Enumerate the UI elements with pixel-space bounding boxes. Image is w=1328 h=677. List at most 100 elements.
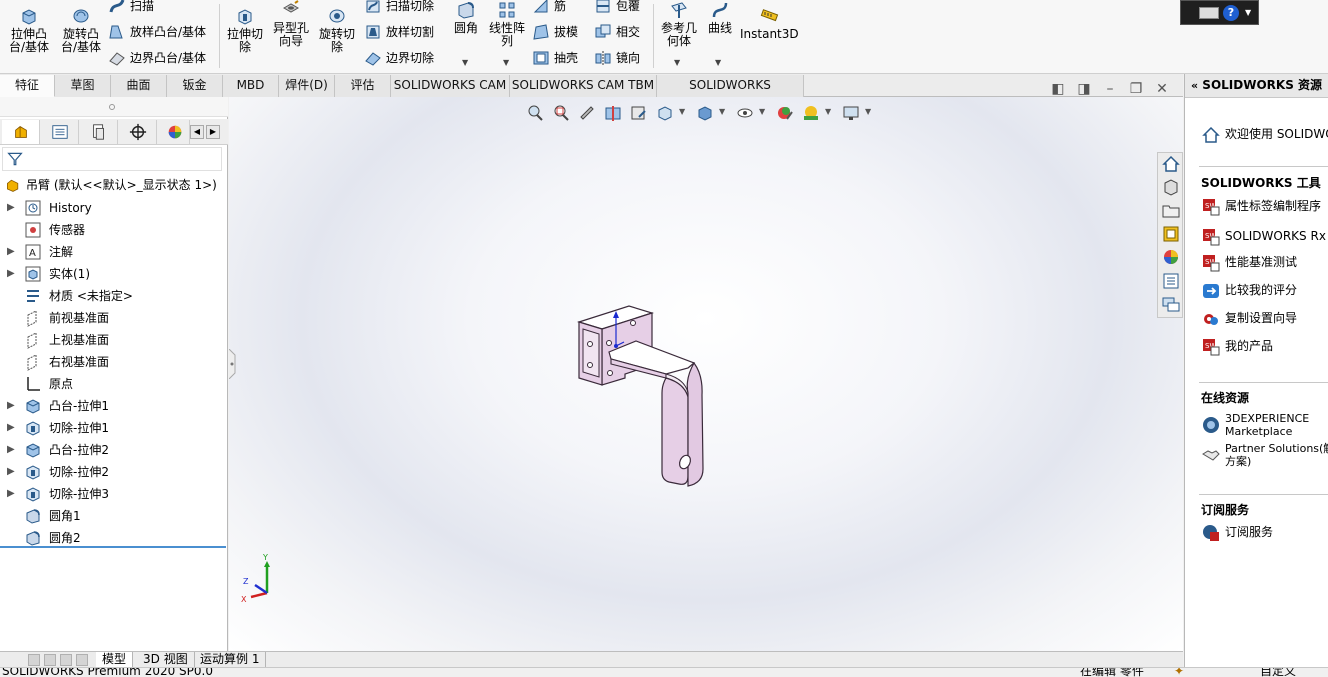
fillet-button[interactable]: 圆角 — [448, 0, 484, 35]
view-palette-icon[interactable] — [1161, 224, 1181, 244]
boundary-boss-button[interactable]: 边界凸台/基体 — [106, 48, 206, 70]
expand-arrow-icon[interactable]: ▶ — [7, 197, 17, 219]
file-explorer-icon[interactable] — [1161, 201, 1181, 221]
next-tab-button[interactable] — [60, 654, 72, 666]
rebuild-icon[interactable]: ✦ — [1174, 668, 1184, 677]
expand-arrow-icon[interactable]: ▶ — [7, 395, 17, 417]
keyboard-icon[interactable] — [1199, 7, 1219, 19]
performance-benchmark-link[interactable]: SW 性能基准测试 — [1199, 252, 1297, 274]
tab-mbd[interactable]: MBD — [223, 75, 279, 97]
reference-geometry-button[interactable]: 参考几 何体 — [656, 0, 702, 48]
tree-node[interactable]: ▶ 凸台-拉伸2 — [0, 439, 226, 461]
last-tab-button[interactable] — [76, 654, 88, 666]
shell-button[interactable]: 抽壳 — [530, 48, 578, 70]
custom-properties-icon[interactable] — [1161, 271, 1181, 291]
expand-arrow-icon[interactable]: ▶ — [7, 241, 17, 263]
tree-node[interactable]: 原点 — [0, 373, 226, 395]
expand-arrow-icon[interactable]: ▶ — [7, 417, 17, 439]
rollback-bar[interactable] — [0, 546, 226, 548]
tree-node[interactable]: ▶ 凸台-拉伸1 — [0, 395, 226, 417]
reference-geometry-dropdown-arrow[interactable]: ▼ — [674, 58, 680, 67]
expand-arrow-icon[interactable]: ▶ — [7, 439, 17, 461]
tab-sketch[interactable]: 草图 — [55, 75, 111, 97]
bracket-part-model[interactable] — [229, 97, 1183, 651]
rib-button[interactable]: 筋 — [530, 0, 566, 18]
tab-evaluate[interactable]: 评估 — [335, 75, 391, 97]
feature-tree-filter[interactable] — [2, 147, 222, 171]
revolve-boss-button[interactable]: 旋转凸 台/基体 — [58, 6, 104, 54]
tab-feature-manager[interactable] — [2, 120, 40, 144]
tile-left-icon[interactable]: ◧ — [1050, 82, 1066, 98]
tab-sheet-metal[interactable]: 钣金 — [167, 75, 223, 97]
previous-tab-button[interactable] — [44, 654, 56, 666]
tab-solidworks-cam[interactable]: SOLIDWORKS CAM — [391, 75, 510, 97]
home-icon[interactable] — [1161, 154, 1181, 174]
curves-dropdown-arrow[interactable]: ▼ — [715, 58, 721, 67]
tree-node[interactable]: ▶ 切除-拉伸2 — [0, 461, 226, 483]
tab-features[interactable]: 特征 — [0, 75, 55, 97]
solidworks-rx-link[interactable]: SW SOLIDWORKS Rx — [1199, 226, 1326, 248]
tab-display-manager[interactable] — [158, 120, 190, 144]
extrude-cut-button[interactable]: 拉伸切 除 — [224, 6, 266, 54]
tree-node[interactable]: 上视基准面 — [0, 329, 226, 351]
compare-score-link[interactable]: 比较我的评分 — [1199, 280, 1297, 302]
tab-solidworks-cam-tbm[interactable]: SOLIDWORKS CAM TBM — [510, 75, 657, 97]
tab-property-manager[interactable] — [41, 120, 79, 144]
tab-weldments[interactable]: 焊件(D) — [279, 75, 335, 97]
draft-button[interactable]: 拔模 — [530, 22, 578, 44]
tree-node[interactable]: 前视基准面 — [0, 307, 226, 329]
copy-settings-wizard-link[interactable]: 复制设置向导 — [1199, 308, 1297, 330]
tab-dimxpert-manager[interactable] — [119, 120, 157, 144]
linear-pattern-dropdown-arrow[interactable]: ▼ — [503, 58, 509, 67]
tree-node[interactable]: ▶ History — [0, 197, 226, 219]
forum-icon[interactable] — [1161, 294, 1181, 314]
task-pane-header[interactable]: « SOLIDWORKS 资源 — [1185, 74, 1328, 98]
marketplace-link[interactable]: 3DEXPERIENCE Marketplace — [1199, 412, 1309, 438]
units-custom-text[interactable]: 自定义 — [1260, 668, 1296, 677]
tree-node[interactable]: ▶ 切除-拉伸1 — [0, 417, 226, 439]
design-library-icon[interactable] — [1161, 177, 1181, 197]
expand-arrow-icon[interactable]: ▶ — [7, 263, 17, 285]
panel-collapse-handle[interactable] — [0, 97, 228, 117]
mirror-button[interactable]: 镜向 — [592, 48, 640, 70]
tab-configuration-manager[interactable] — [80, 120, 118, 144]
my-products-link[interactable]: SW 我的产品 — [1199, 336, 1273, 358]
graphics-area[interactable]: ▼ ▼ ▼ ▼ ▼ Y Z X — [229, 97, 1183, 651]
linear-pattern-button[interactable]: 线性阵 列 — [486, 0, 528, 48]
expand-arrow-icon[interactable]: ▶ — [7, 461, 17, 483]
welcome-link[interactable]: 欢迎使用 SOLIDWORKS — [1199, 124, 1328, 146]
restore-icon[interactable]: ❐ — [1128, 82, 1144, 98]
tree-node[interactable]: 右视基准面 — [0, 351, 226, 373]
hole-wizard-button[interactable]: 异型孔 向导 — [270, 0, 312, 48]
loft-cut-button[interactable]: 放样切割 — [362, 22, 434, 44]
property-tab-builder-link[interactable]: SW 属性标签编制程序 — [1199, 196, 1321, 218]
tree-node[interactable]: ▶ A 注解 — [0, 241, 226, 263]
tab-solidworks-inspection[interactable]: SOLIDWORKS Inspection — [657, 75, 804, 112]
help-icon[interactable]: ? — [1223, 5, 1239, 21]
tab-3d-views[interactable]: 3D 视图 — [137, 652, 195, 667]
subscription-link[interactable]: 订阅服务 — [1199, 522, 1273, 544]
intersect-button[interactable]: 相交 — [592, 22, 640, 44]
part-root-node[interactable]: 吊臂 (默认<<默认>_显示状态 1>) — [4, 175, 217, 197]
close-icon[interactable]: ✕ — [1154, 82, 1170, 98]
tile-right-icon[interactable]: ◨ — [1076, 82, 1092, 98]
wrap-button[interactable]: 包覆 — [592, 0, 640, 18]
minimize-icon[interactable]: – — [1102, 82, 1118, 98]
first-tab-button[interactable] — [28, 654, 40, 666]
tree-node[interactable]: 传感器 — [0, 219, 226, 241]
tree-node[interactable]: ▶ 切除-拉伸3 — [0, 483, 226, 505]
tab-scroll-right-button[interactable]: ▶ — [206, 125, 220, 139]
tab-model[interactable]: 模型 — [96, 652, 134, 667]
collapse-chevron-icon[interactable]: « — [1191, 79, 1198, 92]
expand-arrow-icon[interactable]: ▶ — [7, 483, 17, 505]
tree-node[interactable]: ▶ 实体(1) — [0, 263, 226, 285]
tray-dropdown-icon[interactable]: ▼ — [1245, 8, 1251, 17]
loft-boss-button[interactable]: 放样凸台/基体 — [106, 22, 206, 44]
fillet-dropdown-arrow[interactable]: ▼ — [462, 58, 468, 67]
tab-motion-study[interactable]: 运动算例 1 — [194, 652, 267, 667]
tree-node[interactable]: 圆角1 — [0, 505, 226, 527]
extrude-boss-button[interactable]: 拉伸凸 台/基体 — [6, 6, 52, 54]
tree-node[interactable]: 材质 <未指定> — [0, 285, 226, 307]
curves-button[interactable]: 曲线 — [704, 0, 736, 35]
revolve-cut-button[interactable]: 旋转切 除 — [316, 6, 358, 54]
